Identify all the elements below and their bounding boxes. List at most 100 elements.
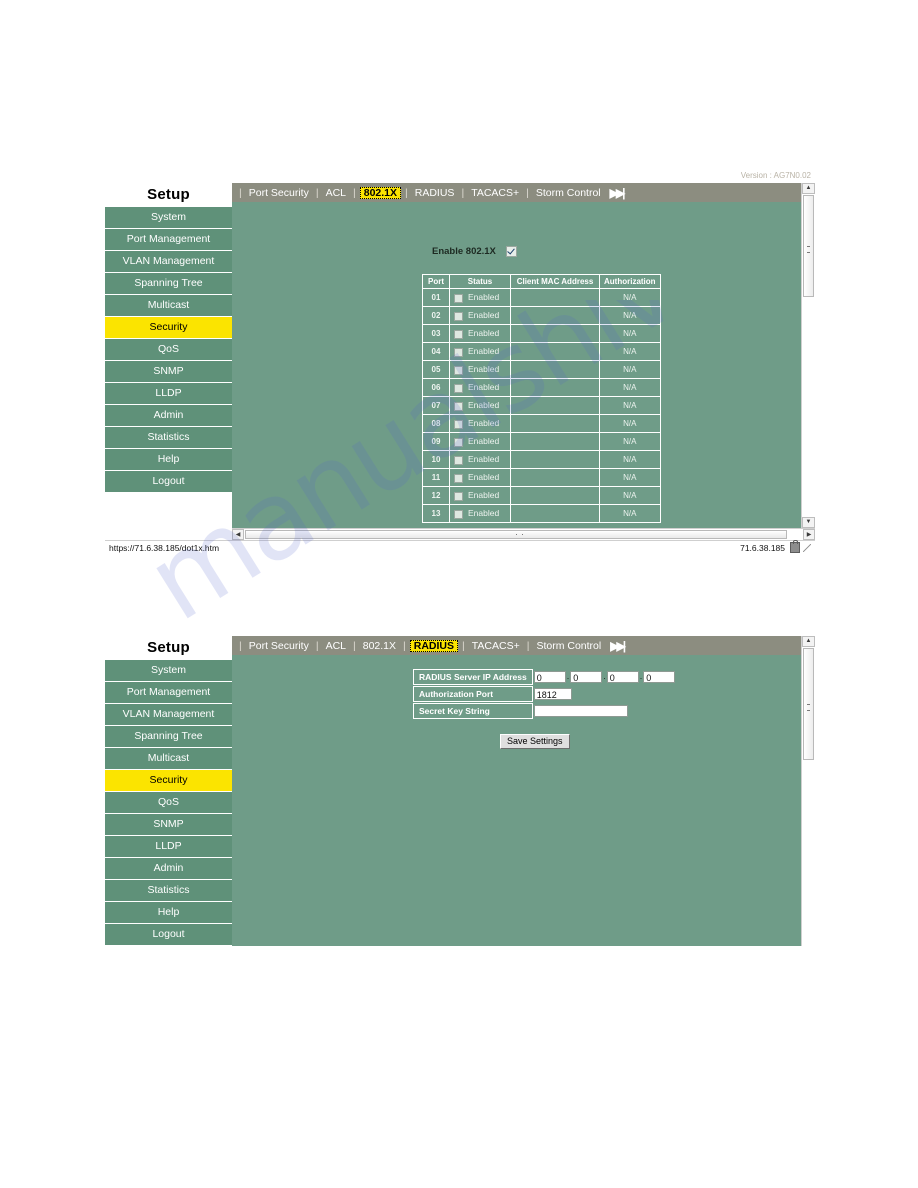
save-settings-button[interactable]: Save Settings xyxy=(500,734,570,749)
cell-auth: N/A xyxy=(599,486,661,505)
table-row: 02 Enabled N/A xyxy=(422,306,661,325)
port-status-checkbox[interactable] xyxy=(454,383,463,393)
cell-status: Enabled xyxy=(449,396,511,415)
port-status-checkbox[interactable] xyxy=(454,329,463,339)
vertical-scrollbar[interactable]: ▲ xyxy=(801,636,815,946)
sidebar-item-port-management[interactable]: Port Management xyxy=(105,229,232,251)
cell-status-label: Enabled xyxy=(468,400,500,411)
table-row: 01 Enabled N/A xyxy=(422,288,661,307)
scroll-down-arrow-icon[interactable]: ▼ xyxy=(802,517,815,528)
tab-storm-control[interactable]: Storm Control xyxy=(533,187,604,199)
scroll-left-arrow-icon[interactable]: ◀ xyxy=(232,529,244,540)
sidebar-item-logout[interactable]: Logout xyxy=(105,471,232,493)
sidebar-item-port-management[interactable]: Port Management xyxy=(105,682,232,704)
port-status-checkbox[interactable] xyxy=(454,419,463,429)
tab-radius[interactable]: RADIUS xyxy=(409,639,459,652)
cell-status: Enabled xyxy=(449,342,511,361)
tab-radius[interactable]: RADIUS xyxy=(412,187,458,199)
sidebar-item-spanning-tree[interactable]: Spanning Tree xyxy=(105,273,232,295)
sidebar-item-vlan-management[interactable]: VLAN Management xyxy=(105,704,232,726)
sidebar-item-qos[interactable]: QoS xyxy=(105,792,232,814)
sidebar-item-security[interactable]: Security xyxy=(105,317,232,339)
sidebar-item-vlan-management[interactable]: VLAN Management xyxy=(105,251,232,273)
sidebar-item-admin[interactable]: Admin xyxy=(105,405,232,427)
table-row: 11 Enabled N/A xyxy=(422,468,661,487)
cell-status-label: Enabled xyxy=(468,436,500,447)
vertical-scroll-thumb[interactable] xyxy=(803,195,814,297)
port-status-checkbox[interactable] xyxy=(454,509,463,519)
tab-separator: | xyxy=(526,639,530,652)
sidebar-item-spanning-tree[interactable]: Spanning Tree xyxy=(105,726,232,748)
ip-octet-2-input[interactable]: 0 xyxy=(570,671,603,683)
port-status-checkbox[interactable] xyxy=(454,365,463,375)
cell-status: Enabled xyxy=(449,468,511,487)
authorization-port-input[interactable]: 1812 xyxy=(533,688,572,700)
secret-key-label: Secret Key String xyxy=(413,703,533,719)
skip-forward-icon[interactable]: ▶▶| xyxy=(610,186,626,200)
sidebar-item-snmp[interactable]: SNMP xyxy=(105,814,232,836)
tab-acl[interactable]: ACL xyxy=(323,187,349,199)
scroll-right-arrow-icon[interactable]: ▶ xyxy=(803,529,815,540)
enable-dot1x-checkbox[interactable] xyxy=(505,246,517,257)
sidebar-item-admin[interactable]: Admin xyxy=(105,858,232,880)
sidebar-item-multicast[interactable]: Multicast xyxy=(105,295,232,317)
cell-port: 13 xyxy=(422,504,450,523)
port-status-checkbox[interactable] xyxy=(454,455,463,465)
port-status-checkbox[interactable] xyxy=(454,311,463,321)
cell-mac xyxy=(510,288,600,307)
port-status-checkbox[interactable] xyxy=(454,491,463,501)
scroll-up-arrow-icon[interactable]: ▲ xyxy=(802,636,815,647)
port-status-checkbox[interactable] xyxy=(454,437,463,447)
sidebar-item-help[interactable]: Help xyxy=(105,449,232,471)
sidebar-item-snmp[interactable]: SNMP xyxy=(105,361,232,383)
table-row: 13 Enabled N/A xyxy=(422,504,661,523)
horizontal-scroll-thumb[interactable] xyxy=(245,530,787,539)
enable-dot1x-label: Enable 802.1X xyxy=(432,246,496,257)
sidebar-item-qos[interactable]: QoS xyxy=(105,339,232,361)
sidebar-item-lldp[interactable]: LLDP xyxy=(105,836,232,858)
radius-page: RADIUS Server IP Address 0.0.0.0 Authori… xyxy=(232,655,815,946)
skip-forward-icon[interactable]: ▶▶| xyxy=(610,639,626,653)
sidebar-item-system[interactable]: System xyxy=(105,660,232,682)
tab-tacacs[interactable]: TACACS+ xyxy=(468,187,522,199)
port-status-checkbox[interactable] xyxy=(454,293,463,303)
sidebar-item-lldp[interactable]: LLDP xyxy=(105,383,232,405)
cell-auth: N/A xyxy=(599,324,661,343)
tab-port-security[interactable]: Port Security xyxy=(246,640,312,652)
tab-dot1x[interactable]: 802.1X xyxy=(359,186,402,199)
secret-key-input[interactable] xyxy=(533,705,628,717)
cell-mac xyxy=(510,414,600,433)
window-top-strip: Version : AG7N0.02 xyxy=(105,171,815,183)
tab-acl[interactable]: ACL xyxy=(323,640,349,652)
ip-octet-1-input[interactable]: 0 xyxy=(533,671,566,683)
tab-port-security[interactable]: Port Security xyxy=(246,187,312,199)
page-viewport: Setup System Port Management VLAN Manage… xyxy=(105,636,815,946)
ip-octet-4-input[interactable]: 0 xyxy=(643,671,676,683)
sidebar-item-system[interactable]: System xyxy=(105,207,232,229)
tab-tacacs[interactable]: TACACS+ xyxy=(469,640,523,652)
tab-storm-control[interactable]: Storm Control xyxy=(533,640,604,652)
sidebar-item-statistics[interactable]: Statistics xyxy=(105,427,232,449)
port-status-checkbox[interactable] xyxy=(454,473,463,483)
sidebar-item-security[interactable]: Security xyxy=(105,770,232,792)
sidebar-item-statistics[interactable]: Statistics xyxy=(105,880,232,902)
vertical-scrollbar[interactable]: ▲ ▼ xyxy=(801,183,815,528)
sidebar: Setup System Port Management VLAN Manage… xyxy=(105,183,232,528)
cell-mac xyxy=(510,324,600,343)
radius-server-ip-label: RADIUS Server IP Address xyxy=(413,669,533,685)
sidebar-item-help[interactable]: Help xyxy=(105,902,232,924)
resize-grip-icon[interactable] xyxy=(803,543,811,552)
cell-port: 12 xyxy=(422,486,450,505)
horizontal-scrollbar[interactable]: ◀ ▶ xyxy=(232,528,815,540)
sidebar-item-logout[interactable]: Logout xyxy=(105,924,232,946)
port-status-checkbox[interactable] xyxy=(454,401,463,411)
authorization-port-label: Authorization Port xyxy=(413,686,533,702)
port-status-checkbox[interactable] xyxy=(454,347,463,357)
vertical-scroll-thumb[interactable] xyxy=(803,648,814,760)
sidebar-item-multicast[interactable]: Multicast xyxy=(105,748,232,770)
cell-port: 03 xyxy=(422,324,450,343)
tab-dot1x[interactable]: 802.1X xyxy=(360,640,399,652)
ip-octet-3-input[interactable]: 0 xyxy=(606,671,639,683)
cell-status-label: Enabled xyxy=(468,508,500,519)
scroll-up-arrow-icon[interactable]: ▲ xyxy=(802,183,815,194)
